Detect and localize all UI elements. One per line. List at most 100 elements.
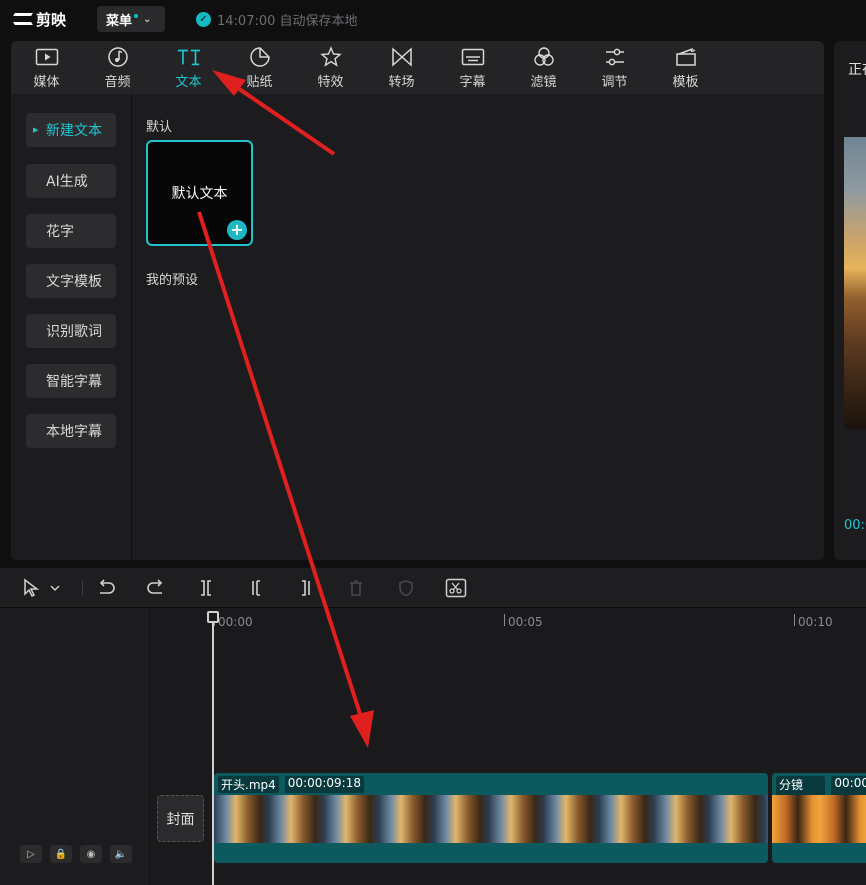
section-title-default: 默认 — [146, 120, 173, 135]
tab-media-label: 媒体 — [33, 74, 60, 90]
video-clip-shot1[interactable]: 分镜1.mp4 00:00 — [772, 773, 866, 863]
tab-audio-label: 音频 — [104, 74, 131, 90]
select-tool-button[interactable] — [20, 578, 42, 598]
ruler-tick — [794, 614, 795, 626]
timeline-toolbar — [0, 568, 866, 608]
sticker-icon — [247, 46, 273, 68]
trim-left-icon — [252, 580, 260, 596]
tab-filter[interactable]: 滤镜 — [508, 41, 579, 94]
undo-button[interactable] — [95, 578, 117, 598]
tab-template[interactable]: 模板 — [650, 41, 721, 94]
eye-icon[interactable]: ◉ — [80, 845, 102, 863]
sidebar-item-label: 本地字幕 — [46, 424, 102, 440]
tab-text-label: 文本 — [175, 74, 202, 90]
autosave-text: 14:07:00 自动保存本地 — [217, 14, 358, 29]
player-panel: 正在播放 00:00 — [834, 41, 866, 560]
split-button[interactable] — [195, 578, 217, 598]
ruler-label-5: 00:05 — [508, 615, 543, 629]
playhead-handle[interactable] — [207, 611, 219, 623]
text-content-area: 默认 默认文本 + 我的预设 — [134, 94, 824, 560]
tab-filter-label: 滤镜 — [530, 74, 557, 90]
sidebar-item-local-subtitle[interactable]: 本地字幕 — [26, 414, 116, 448]
auto-cut-button[interactable] — [444, 578, 468, 598]
trim-right-button[interactable] — [295, 578, 317, 598]
sidebar-item-label: 新建文本 — [46, 123, 102, 139]
tab-adjust-label: 调节 — [601, 74, 628, 90]
audio-icon — [105, 46, 131, 68]
clip-label: 开头.mp4 00:00:09:18 — [218, 776, 364, 793]
tab-adjust[interactable]: 调节 — [579, 41, 650, 94]
effects-icon — [318, 45, 344, 68]
video-clip-intro[interactable]: 开头.mp4 00:00:09:18 — [214, 773, 768, 863]
sidebar-item-smart-subtitle[interactable]: 智能字幕 — [26, 364, 116, 398]
menu-button[interactable]: 菜单 ⌄ — [97, 6, 165, 32]
sidebar-item-lyrics-recognition[interactable]: 识别歌词 — [26, 314, 116, 348]
add-text-button[interactable]: + — [227, 220, 247, 240]
ruler-label-10: 00:10 — [798, 615, 833, 629]
track-controls: ▷ 🔒 ◉ 🔈 — [20, 845, 132, 863]
top-bar: 剪映 菜单 ⌄ ✓ 14:07:00 自动保存本地 — [0, 0, 866, 38]
transition-icon — [389, 46, 415, 68]
track-cover-toggle-icon[interactable]: ▷ — [20, 845, 42, 863]
select-tool-dropdown[interactable] — [48, 578, 62, 598]
speaker-icon[interactable]: 🔈 — [110, 845, 132, 863]
sidebar-item-text-template[interactable]: 文字模板 — [26, 264, 116, 298]
tab-transition[interactable]: 转场 — [366, 41, 437, 94]
scissors-frame-icon — [445, 578, 467, 598]
player-timecode: 00:00 — [844, 518, 866, 533]
section-title-my-presets: 我的预设 — [146, 273, 199, 288]
playhead[interactable] — [212, 614, 214, 885]
tab-text[interactable]: 文本 — [153, 41, 224, 94]
sidebar-item-fancy-text[interactable]: 花字 — [26, 214, 116, 248]
sidebar-item-label: AI生成 — [46, 174, 88, 190]
trim-right-icon — [302, 580, 310, 596]
tab-effects[interactable]: 特效 — [295, 41, 366, 94]
trim-left-button[interactable] — [245, 578, 267, 598]
menu-label: 菜单 — [106, 13, 133, 29]
redo-button[interactable] — [145, 578, 167, 598]
material-panel: 媒体 音频 文本 贴纸 特效 转场 字幕 滤镜 调节 模板 ▶ 新建文本 AI生… — [11, 41, 824, 560]
shield-button[interactable] — [395, 578, 417, 598]
caret-right-icon: ▶ — [33, 126, 39, 134]
subtitle-icon — [460, 46, 486, 68]
sidebar-item-ai-generate[interactable]: AI生成 — [26, 164, 116, 198]
filter-icon — [531, 46, 557, 68]
default-text-card-label: 默认文本 — [171, 186, 228, 202]
sidebar-item-label: 识别歌词 — [46, 324, 102, 340]
media-icon — [34, 46, 60, 68]
sidebar-item-new-text[interactable]: ▶ 新建文本 — [26, 113, 116, 147]
tab-transition-label: 转场 — [388, 74, 415, 90]
shield-icon — [399, 580, 413, 597]
tab-sticker[interactable]: 贴纸 — [224, 41, 295, 94]
app-logo: 剪映 — [14, 9, 66, 29]
timeline-panel: ▷ 🔒 ◉ 🔈 封面 00:00 00:05 00:10 开头.mp4 00:0… — [0, 568, 866, 885]
tab-media[interactable]: 媒体 — [11, 41, 82, 94]
lock-icon[interactable]: 🔒 — [50, 845, 72, 863]
redo-icon — [147, 579, 163, 594]
text-icon — [176, 46, 202, 68]
tab-audio[interactable]: 音频 — [82, 41, 153, 94]
timeline-ruler: 00:00 00:05 00:10 — [150, 609, 866, 633]
ruler-tick — [504, 614, 505, 626]
clip-thumbnails — [214, 795, 768, 843]
sidebar-item-label: 智能字幕 — [46, 374, 102, 390]
clip-name: 开头.mp4 — [218, 776, 279, 793]
template-icon — [673, 46, 699, 68]
default-text-card[interactable]: 默认文本 + — [146, 140, 253, 246]
cursor-icon — [24, 578, 40, 598]
split-icon — [201, 580, 211, 596]
app-window: 剪映 菜单 ⌄ ✓ 14:07:00 自动保存本地 媒体 音频 文本 贴纸 特效… — [0, 0, 866, 885]
sidebar-item-label: 花字 — [46, 224, 74, 240]
tab-subtitle[interactable]: 字幕 — [437, 41, 508, 94]
text-category-sidebar: ▶ 新建文本 AI生成 花字 文字模板 识别歌词 智能字幕 本地字幕 — [11, 94, 132, 560]
chevron-down-icon: ⌄ — [143, 13, 152, 25]
clip-thumbnails — [772, 795, 866, 843]
menu-notification-dot — [134, 14, 139, 18]
tab-sticker-label: 贴纸 — [246, 74, 273, 90]
trash-icon — [350, 580, 362, 596]
toolbar-divider — [82, 580, 83, 596]
cover-button[interactable]: 封面 — [157, 795, 204, 842]
delete-button[interactable] — [345, 578, 367, 598]
preview-frame — [844, 137, 866, 429]
adjust-icon — [602, 46, 628, 68]
